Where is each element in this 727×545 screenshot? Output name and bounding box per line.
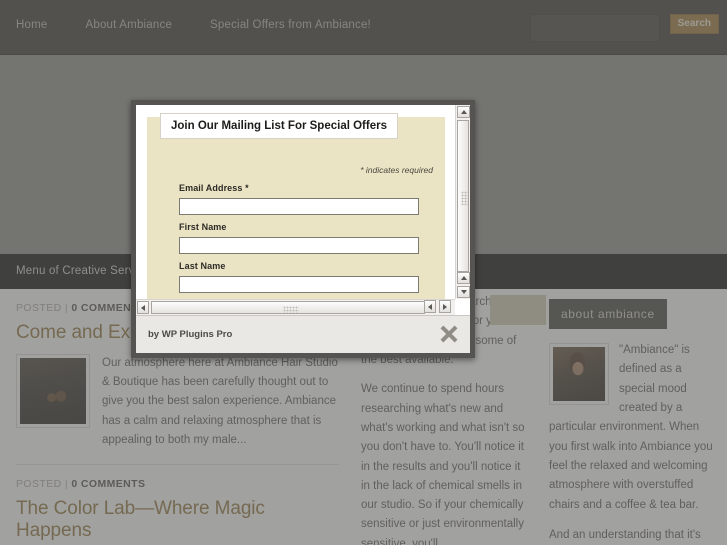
screen: Home About Ambiance Special Offers from … [0,0,727,545]
scroll-down-icon[interactable] [457,286,470,298]
last-name-input[interactable] [179,276,419,293]
horizontal-scroll-corner-buttons [424,299,454,315]
horizontal-scroll-thumb[interactable] [151,301,425,314]
close-icon[interactable] [437,322,461,346]
email-address-input[interactable] [179,198,419,215]
scroll-left-icon[interactable] [137,301,149,314]
first-name-field-group: First Name [179,222,419,254]
modal-form-title: Join Our Mailing List For Special Offers [160,113,398,139]
scroll-up-icon[interactable] [457,106,470,118]
modal-iframe-area: * indicates required Email Address * Fir… [136,105,470,315]
last-name-label: Last Name [179,261,226,271]
modal-footer: by WP Plugins Pro [136,315,470,353]
mailing-list-modal: * indicates required Email Address * Fir… [131,100,475,358]
scroll-grip-icon [461,191,468,205]
first-name-label: First Name [179,222,227,232]
plugin-credit[interactable]: by WP Plugins Pro [148,329,232,340]
vertical-scroll-thumb[interactable] [457,120,469,272]
modal-horizontal-scrollbar[interactable] [136,299,455,315]
scroll-grip-icon [282,306,299,313]
scroll-right-icon[interactable] [439,300,451,313]
modal-vertical-scrollbar[interactable] [455,105,470,299]
first-name-input[interactable] [179,237,419,254]
subscribe-form-panel: * indicates required Email Address * Fir… [147,117,445,315]
scroll-left-secondary-icon[interactable] [424,300,436,313]
email-address-label: Email Address * [179,183,249,193]
email-address-field-group: Email Address * [179,183,419,215]
last-name-field-group: Last Name [179,261,419,293]
required-note: * indicates required [360,165,433,175]
scroll-up-secondary-icon[interactable] [457,272,470,284]
modal-inner: * indicates required Email Address * Fir… [136,105,470,353]
